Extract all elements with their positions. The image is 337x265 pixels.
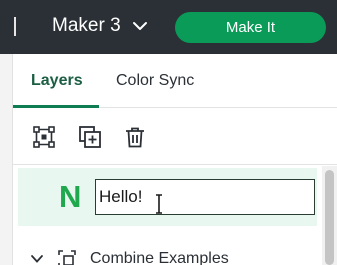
layer-group-label: Combine Examples	[90, 250, 229, 265]
expand-caret-icon[interactable]	[30, 252, 44, 265]
layer-name-value: Hello!	[99, 187, 143, 206]
layers-toolbar	[13, 108, 337, 165]
combine-group-icon	[58, 250, 76, 265]
tab-color-sync[interactable]: Color Sync	[116, 72, 194, 90]
left-gutter	[0, 54, 13, 265]
scrollbar-thumb[interactable]	[325, 170, 334, 265]
divider	[14, 17, 16, 36]
tab-layers[interactable]: Layers	[31, 72, 83, 90]
layer-row-group[interactable]: Combine Examples	[13, 248, 317, 265]
duplicate-icon[interactable]	[78, 125, 102, 149]
group-nodes-icon[interactable]	[32, 125, 56, 149]
layer-letter-icon: N	[59, 179, 82, 214]
layer-row-selected[interactable]: N Hello!	[18, 168, 317, 226]
top-bar: Maker 3 Make It	[0, 0, 337, 54]
layer-name-input[interactable]: Hello!	[95, 179, 315, 215]
device-selector[interactable]: Maker 3	[52, 14, 149, 38]
chevron-down-icon	[131, 17, 149, 35]
device-name: Maker 3	[52, 15, 121, 36]
text-cursor-icon	[156, 194, 162, 214]
layer-list: N Hello! Combine Examples	[13, 166, 322, 265]
make-it-button[interactable]: Make It	[175, 12, 326, 43]
panel-tabs: Layers Color Sync	[13, 54, 337, 108]
trash-icon[interactable]	[123, 125, 147, 149]
